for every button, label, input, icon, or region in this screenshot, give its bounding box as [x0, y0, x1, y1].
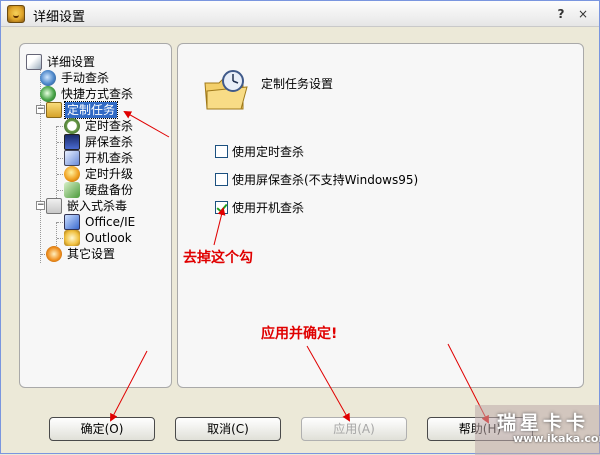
collapse-toggle[interactable]: −: [36, 201, 45, 210]
apply-annotation: 应用并确定!: [261, 326, 338, 342]
startup-icon: [64, 150, 80, 166]
scheduled-scan-label: 使用定时查杀: [232, 145, 305, 159]
uncheck-annotation: 去掉这个勾: [183, 250, 253, 266]
clock-icon: [64, 118, 80, 134]
scheduled-scan-checkbox[interactable]: [215, 145, 228, 158]
startup-scan-label: 使用开机查杀: [232, 201, 305, 215]
task-settings-panel: 定制任务设置 使用定时查杀 使用屏保查杀(不支持Windows95) 使用开机查…: [177, 43, 584, 388]
help-title-button[interactable]: ?: [553, 6, 569, 22]
window-title: 详细设置: [33, 10, 86, 25]
rising-lion-icon: [7, 5, 25, 23]
watermark-brand: 瑞星卡卡: [497, 412, 590, 434]
magnifier-icon: [40, 70, 56, 86]
ok-button[interactable]: 确定(O): [49, 417, 155, 441]
startup-scan-checkbox[interactable]: [215, 201, 228, 214]
shortcut-scan-icon: [40, 86, 56, 102]
task-folder-icon: [46, 102, 62, 118]
close-button[interactable]: ×: [575, 6, 591, 22]
monitor-icon: [64, 134, 80, 150]
watermark-url: www.ikaka.com: [513, 432, 600, 445]
apply-button[interactable]: 应用(A): [301, 417, 407, 441]
screensaver-scan-checkbox[interactable]: [215, 173, 228, 186]
settings-dialog: 详细设置 ? × 详细设置 手动查杀 快捷方式查杀 − 定制任务 定时查杀 屏保…: [0, 0, 600, 455]
screensaver-scan-label: 使用屏保查杀(不支持Windows95): [232, 173, 419, 187]
collapse-toggle[interactable]: −: [36, 105, 45, 114]
upgrade-icon: [64, 166, 80, 182]
settings-tree-panel: 详细设置 手动查杀 快捷方式查杀 − 定制任务 定时查杀 屏保查杀 开机查杀 定…: [19, 43, 172, 388]
cancel-button[interactable]: 取消(C): [175, 417, 281, 441]
section-title: 定制任务设置: [261, 77, 334, 91]
embedded-icon: [46, 198, 62, 214]
disk-backup-icon: [64, 182, 80, 198]
settings-root-icon: [26, 54, 42, 70]
office-ie-icon: [64, 214, 80, 230]
folder-clock-icon: [203, 69, 249, 113]
outlook-icon: [64, 230, 80, 246]
other-settings-icon: [46, 246, 62, 262]
title-bar: 详细设置 ? ×: [1, 1, 599, 27]
